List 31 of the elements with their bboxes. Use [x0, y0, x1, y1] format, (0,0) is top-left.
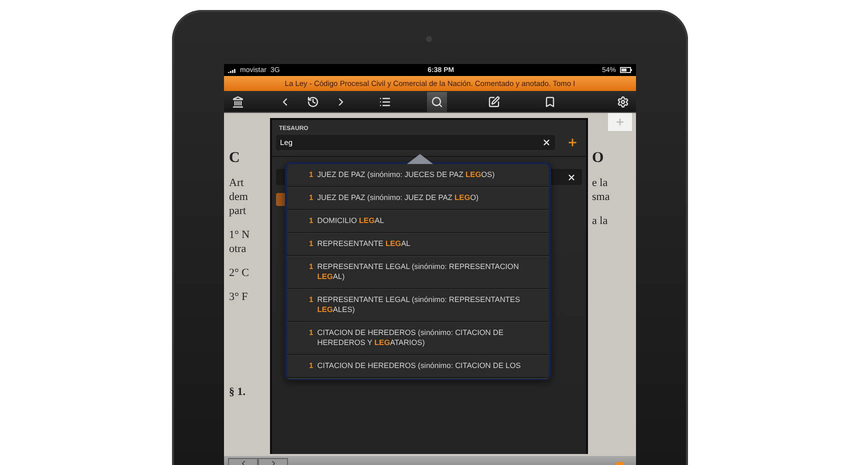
bookmark-icon [544, 96, 556, 108]
close-icon [567, 172, 576, 182]
page-text-fragment: 3° F [229, 290, 249, 304]
clear-button[interactable] [567, 172, 576, 182]
page-text-fragment: C [229, 150, 241, 166]
page-text-fragment: sma [592, 190, 611, 204]
page-text-fragment: 2° C [229, 266, 250, 280]
page-text-fragment: O [592, 150, 605, 166]
settings-icon [617, 96, 629, 108]
clear-button[interactable] [542, 138, 551, 147]
signal-icon [228, 68, 236, 72]
filter-chip[interactable] [276, 193, 286, 206]
page-text-fragment: 1° N [229, 228, 251, 242]
battery-icon [620, 67, 632, 73]
plus-icon [567, 137, 578, 148]
page-text-fragment: § 1. [229, 385, 246, 399]
page-text-fragment: a la [592, 214, 609, 228]
page-text-fragment: Art [229, 176, 245, 190]
page-text-fragment: dem [229, 190, 249, 204]
list-icon [379, 96, 391, 108]
page-text-fragment: otra [229, 242, 248, 256]
library-icon [232, 96, 244, 108]
history-icon [307, 96, 319, 108]
pointer-arrow [407, 154, 433, 164]
edit-note-icon [488, 96, 500, 108]
search-icon [431, 96, 443, 108]
plus-icon [615, 117, 625, 127]
page-text-fragment: part [229, 204, 248, 218]
page-text-fragment: e la [592, 176, 609, 190]
close-icon [542, 138, 551, 147]
search-button[interactable] [427, 92, 447, 112]
